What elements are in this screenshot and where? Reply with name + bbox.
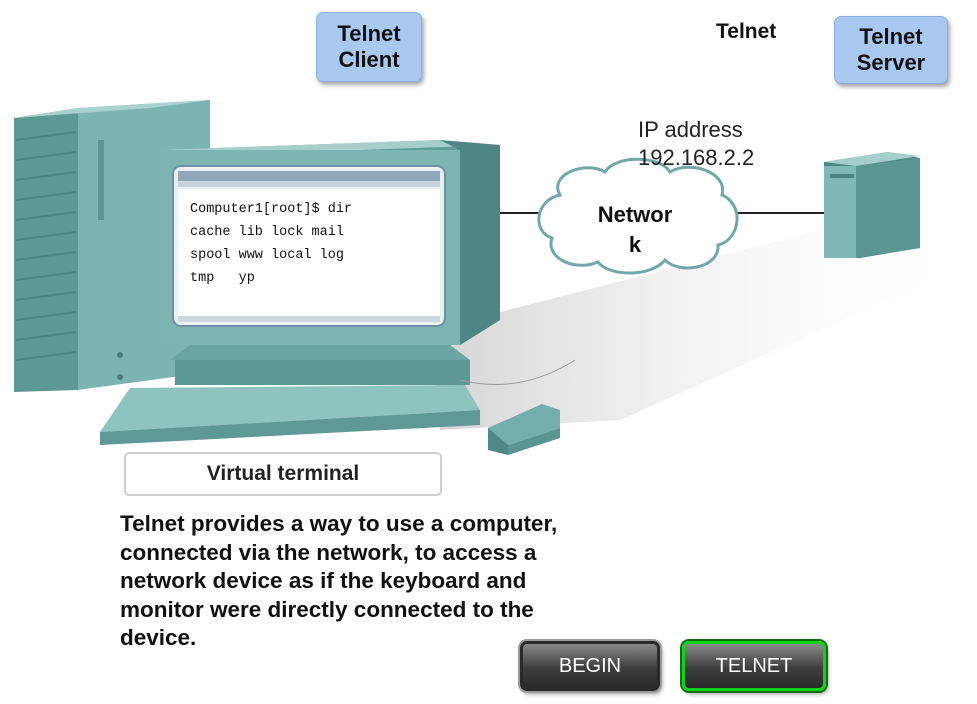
server-icon — [824, 152, 920, 258]
description-line: Telnet provides a way to use a computer, — [120, 511, 558, 536]
telnet-server-label: Telnet Server — [834, 16, 948, 84]
description-line: monitor were directly connected to the — [120, 596, 534, 622]
telnet-server-line-2: Server — [856, 50, 926, 75]
telnet-server-line-1: Telnet — [859, 24, 923, 49]
description-line: network device as if the keyboard and — [120, 568, 527, 593]
network-label-line-2: k — [628, 232, 642, 257]
begin-button[interactable]: BEGIN — [520, 641, 660, 691]
terminal-line: tmp yp — [190, 271, 255, 286]
terminal-line: spool www local log — [190, 248, 344, 263]
keyboard-icon — [100, 385, 480, 445]
telnet-button[interactable]: TELNET — [682, 641, 826, 691]
telnet-client-line-2: Client — [338, 47, 400, 72]
ip-address-label: IP address 192.168.2.2 — [638, 116, 754, 172]
telnet-client-line-1: Telnet — [337, 21, 401, 46]
telnet-client-label: Telnet Client — [316, 12, 422, 82]
ip-address-value: 192.168.2.2 — [638, 145, 755, 170]
ip-address-caption: IP address — [638, 117, 743, 142]
terminal-line: Computer1[root]$ dir — [190, 202, 353, 217]
network-label: Networ k — [570, 200, 700, 260]
terminal-line: cache lib lock mail — [190, 225, 344, 240]
description-line: connected via the network, to access a — [120, 539, 537, 565]
network-label-line-1: Networ — [597, 202, 673, 227]
terminal-output: Computer1[root]$ dir cache lib lock mail… — [190, 198, 352, 290]
telnet-text-label: Telnet — [716, 20, 777, 43]
description-line: device. — [120, 625, 197, 650]
description-text: Telnet provides a way to use a computer,… — [120, 510, 760, 653]
virtual-terminal-label: Virtual terminal — [124, 452, 442, 496]
